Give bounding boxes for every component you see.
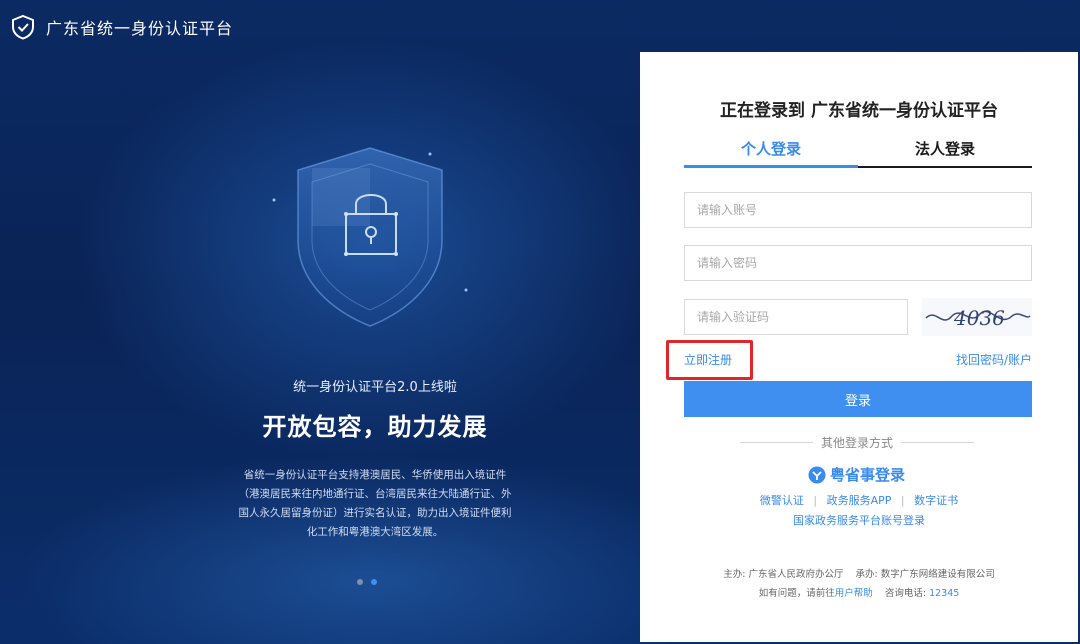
hero-description-line: （港澳居民来往内地通行证、台湾居民来往大陆通行证、外 (238, 488, 512, 500)
yss-login-button[interactable]: 粤省事登录 (808, 464, 905, 485)
captcha-input[interactable] (684, 299, 908, 335)
national-platform-login-link[interactable]: 国家政务服务平台账号登录 (640, 512, 1078, 528)
yss-login-label: 粤省事登录 (830, 466, 906, 484)
wechat-police-auth-link[interactable]: 微警认证 (760, 494, 804, 507)
gov-app-link[interactable]: 政务服务APP (827, 494, 892, 507)
password-input[interactable] (684, 245, 1032, 281)
hero-description-line: 国人永久居留身份证）进行实名认证，助力出入境证件便利 (238, 507, 512, 519)
hero-section: 统一身份认证平台2.0上线啦 开放包容，助力发展 省统一身份认证平台支持港澳居民… (190, 376, 560, 542)
login-tabs: 个人登录 法人登录 (684, 136, 1032, 168)
hotline-label: 咨询电话: (884, 588, 927, 599)
hero-headline: 开放包容，助力发展 (262, 413, 488, 441)
login-button[interactable]: 登录 (684, 381, 1032, 417)
site-header: 广东省统一身份认证平台 (0, 0, 640, 54)
hero-description-line: 省统一身份认证平台支持港澳居民、华侨使用出入境证件 (243, 469, 507, 481)
hero-description: 省统一身份认证平台支持港澳居民、华侨使用出入境证件 （港澳居民来往内地通行证、台… (190, 466, 560, 542)
yss-logo-icon (808, 466, 826, 483)
captcha-text: 4036 (953, 306, 1005, 330)
account-input[interactable] (684, 192, 1032, 228)
other-methods-divider: 其他登录方式 (740, 435, 975, 450)
method-separator: | (813, 494, 818, 507)
hero-subtitle: 统一身份认证平台2.0上线啦 (293, 380, 457, 395)
login-panel: 正在登录到 广东省统一身份认证平台 个人登录 法人登录 4036 立即注册 找回… (640, 52, 1078, 642)
highlight-box (666, 340, 753, 380)
tab-corporate-login[interactable]: 法人登录 (858, 136, 1032, 166)
panel-title: 正在登录到 广东省统一身份认证平台 (720, 101, 998, 121)
carousel-dots (357, 579, 377, 585)
tab-personal-login[interactable]: 个人登录 (684, 136, 858, 168)
divider-line (740, 441, 813, 443)
digital-certificate-link[interactable]: 数字证书 (914, 494, 958, 507)
divider-line (901, 441, 975, 443)
sponsor-label: 主办: (723, 569, 746, 580)
security-shield-illustration (272, 147, 468, 327)
hero-description-line: 化工作和粤港澳大湾区发展。 (306, 526, 444, 538)
captcha-image[interactable]: 4036 (922, 298, 1032, 336)
footer-sponsor: 主办: 广东省人民政府办公厅 承办: 数字广东网络建设有限公司 (640, 566, 1078, 580)
footer-help: 如有问题，请前往用户帮助 咨询电话: 12345 (640, 585, 1078, 599)
shield-check-icon (12, 14, 34, 40)
user-help-link[interactable]: 用户帮助 (835, 588, 873, 599)
carousel-dot-active[interactable] (371, 579, 377, 585)
alt-login-methods: 微警认证 | 政务服务APP | 数字证书 (640, 492, 1078, 508)
carousel-dot[interactable] (357, 579, 363, 585)
sponsor-name: 广东省人民政府办公厅 (748, 569, 844, 580)
other-methods-label: 其他登录方式 (821, 435, 894, 450)
method-separator: | (900, 494, 905, 507)
hotline-number: 12345 (929, 588, 960, 599)
undertaker-name: 数字广东网络建设有限公司 (880, 569, 995, 580)
help-prefix: 如有问题，请前往 (758, 588, 835, 599)
undertaker-label: 承办: (855, 569, 878, 580)
site-title: 广东省统一身份认证平台 (46, 19, 234, 38)
forgot-password-link[interactable]: 找回密码/账户 (956, 351, 1032, 368)
